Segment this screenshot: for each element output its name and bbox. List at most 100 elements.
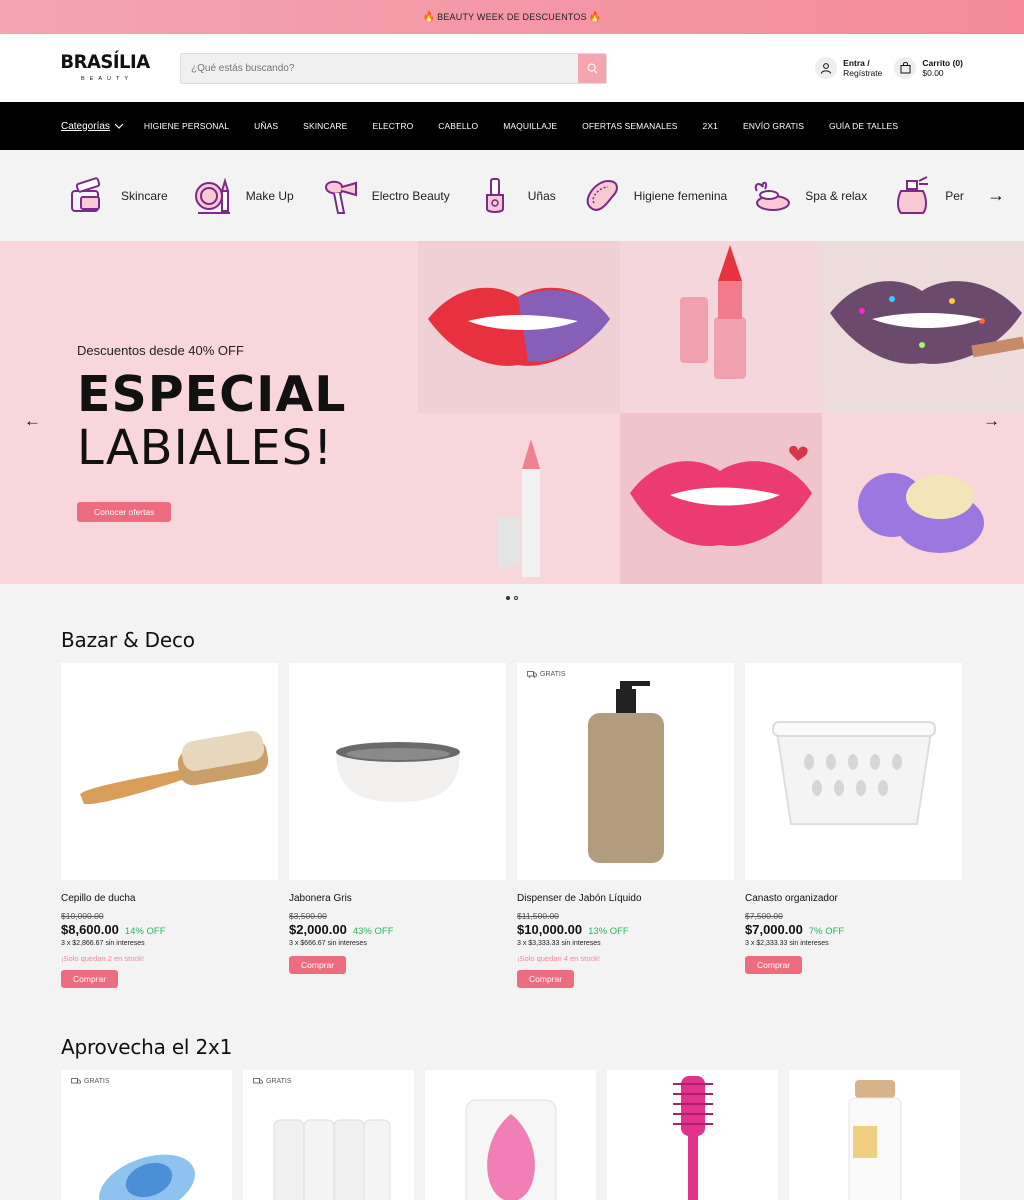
- category-higiene-femenina[interactable]: Higiene femenina: [580, 175, 727, 217]
- nav-item-electro[interactable]: ELECTRO: [372, 121, 413, 131]
- product-image-brush[interactable]: [61, 663, 278, 880]
- category-next-arrow[interactable]: →: [968, 150, 1024, 241]
- nav-item-higiene[interactable]: HIGIENE PERSONAL: [144, 121, 229, 131]
- category-spa-relax[interactable]: Spa & relax: [751, 175, 867, 217]
- nav-item-envio[interactable]: ENVÍO GRATIS: [743, 121, 804, 131]
- nav-categories-label: Categorías: [61, 120, 110, 132]
- pagination-dot-active[interactable]: [506, 596, 510, 600]
- section-title: Aprovecha el 2x1: [61, 1035, 233, 1059]
- product-discount: 14% OFF: [124, 926, 166, 937]
- nav-item-skincare[interactable]: SKINCARE: [303, 121, 347, 131]
- hero-cta-button[interactable]: Conocer ofertas: [77, 502, 172, 522]
- nav-item-cabello[interactable]: CABELLO: [438, 121, 478, 131]
- nav-item-ofertas[interactable]: OFERTAS SEMANALES: [582, 121, 677, 131]
- brand-logo[interactable]: BRASÍLIA BEAUTY: [60, 53, 150, 82]
- product-image-basket[interactable]: [745, 663, 962, 880]
- buy-button[interactable]: Comprar: [517, 970, 575, 988]
- account-login-label: Entra /: [843, 58, 870, 68]
- nav-item-2x1[interactable]: 2X1: [703, 121, 718, 131]
- nav-categories-dropdown[interactable]: Categorías: [61, 121, 124, 132]
- product-old-price: $11,500.00: [517, 911, 559, 921]
- product-old-price: $3,500.00: [289, 911, 327, 921]
- category-perfumes[interactable]: Per: [891, 175, 964, 217]
- product-image-pacifier[interactable]: GRATIS: [61, 1070, 232, 1200]
- nav-item-unas[interactable]: UÑAS: [254, 121, 278, 131]
- hero-lips-glitter-image: [822, 241, 1024, 413]
- account-register-label: Regístrate: [843, 68, 883, 78]
- nav-item-maquillaje[interactable]: MAQUILLAJE: [503, 121, 557, 131]
- product-installments: 3 x $666.67 sin intereses: [289, 940, 367, 947]
- product-image-soap-dispenser[interactable]: GRATIS: [517, 663, 734, 880]
- product-name[interactable]: Cepillo de ducha: [61, 893, 278, 904]
- pagination-dot[interactable]: [514, 596, 518, 600]
- category-label: Electro Beauty: [371, 188, 450, 203]
- fire-icon: 🔥: [422, 11, 436, 23]
- product-stock-note: ¡Solo quedan 2 en stock!: [61, 954, 144, 963]
- fire-icon: 🔥: [588, 11, 602, 23]
- buy-button[interactable]: Comprar: [61, 970, 119, 988]
- product-name[interactable]: Dispenser de Jabón Líquido: [517, 893, 734, 904]
- account-link[interactable]: Entra / Regístrate: [815, 57, 882, 79]
- product-stock-note: ¡Solo quedan 4 en stock!: [517, 954, 600, 963]
- category-skincare[interactable]: Skincare: [67, 175, 168, 217]
- spa-icon: [751, 175, 793, 217]
- product-price: $2,000.00: [289, 922, 347, 937]
- hero-title-line2: LABIALES!: [77, 420, 334, 476]
- product-installments: 3 x $3,333.33 sin intereses: [517, 940, 601, 947]
- makeup-icon: [192, 175, 234, 217]
- site-header: BRASÍLIA BEAUTY Entra / Regístrate Carri…: [0, 34, 1024, 102]
- product-image-cotton-rolls[interactable]: GRATIS: [243, 1070, 414, 1200]
- arrow-right-icon: →: [987, 185, 1005, 205]
- product-card: Jabonera Gris $3,500.00 $2,000.00 43% OFF…: [289, 663, 506, 988]
- product-card: GRATIS Dispenser de Jabón Líquido $11,50…: [517, 663, 734, 988]
- nail-polish-icon: [474, 175, 516, 217]
- truck-icon: [71, 1078, 81, 1084]
- hero-next-arrow[interactable]: →: [983, 411, 1000, 431]
- product-installments: 3 x $2,866.67 sin intereses: [61, 940, 145, 947]
- category-makeup[interactable]: Make Up: [192, 175, 294, 217]
- category-label: Skincare: [121, 188, 168, 203]
- cart-label: Carrito (0): [922, 58, 963, 68]
- free-shipping-badge: GRATIS: [253, 1078, 292, 1085]
- buy-button[interactable]: Comprar: [745, 956, 803, 974]
- search-button[interactable]: [578, 53, 606, 83]
- category-unas[interactable]: Uñas: [474, 175, 556, 217]
- product-discount: 13% OFF: [588, 926, 629, 937]
- chevron-down-icon: [114, 123, 124, 129]
- product-image-soap-dish[interactable]: [289, 663, 506, 880]
- user-icon: [815, 57, 838, 79]
- hero-lipstick-image: [620, 241, 822, 413]
- category-electro-beauty[interactable]: Electro Beauty: [318, 175, 450, 217]
- product-old-price: $10,000.00: [61, 911, 104, 921]
- product-image-beauty-blender[interactable]: [425, 1070, 596, 1200]
- search-icon: [587, 63, 597, 73]
- hero-prev-arrow[interactable]: ←: [24, 411, 41, 431]
- skincare-icon: [67, 175, 109, 217]
- category-label: Higiene femenina: [633, 188, 728, 203]
- category-label: Make Up: [245, 188, 294, 203]
- arrow-left-icon: ←: [24, 411, 41, 430]
- product-discount: 7% OFF: [808, 926, 845, 937]
- perfume-icon: [891, 175, 933, 217]
- product-old-price: $7,500.00: [745, 911, 783, 921]
- product-name[interactable]: Jabonera Gris: [289, 893, 506, 904]
- product-image-bottle[interactable]: [789, 1070, 960, 1200]
- free-shipping-badge: GRATIS: [71, 1078, 110, 1085]
- category-label: Per: [945, 188, 964, 203]
- cart-total: $0.00: [922, 68, 944, 78]
- arrow-right-icon: →: [983, 411, 1000, 430]
- nav-item-talles[interactable]: GUÍA DE TALLES: [829, 121, 898, 131]
- logo-main-text: BRASÍLIA: [60, 51, 150, 74]
- product-price: $10,000.00: [517, 922, 583, 937]
- search-input[interactable]: [181, 53, 578, 83]
- category-carousel: Skincare Make Up Electro Beauty Uñas Hig…: [0, 150, 1024, 241]
- cart-link[interactable]: Carrito (0) $0.00: [894, 57, 963, 79]
- category-label: Spa & relax: [805, 188, 868, 203]
- product-discount: 43% OFF: [352, 926, 394, 937]
- product-name[interactable]: Canasto organizador: [745, 893, 962, 904]
- product-image-hair-brush[interactable]: [607, 1070, 778, 1200]
- product-card: Cepillo de ducha $10,000.00 $8,600.00 14%…: [61, 663, 278, 988]
- buy-button[interactable]: Comprar: [289, 956, 347, 974]
- product-installments: 3 x $2,333.33 sin intereses: [745, 940, 829, 947]
- badge-label: GRATIS: [84, 1078, 110, 1085]
